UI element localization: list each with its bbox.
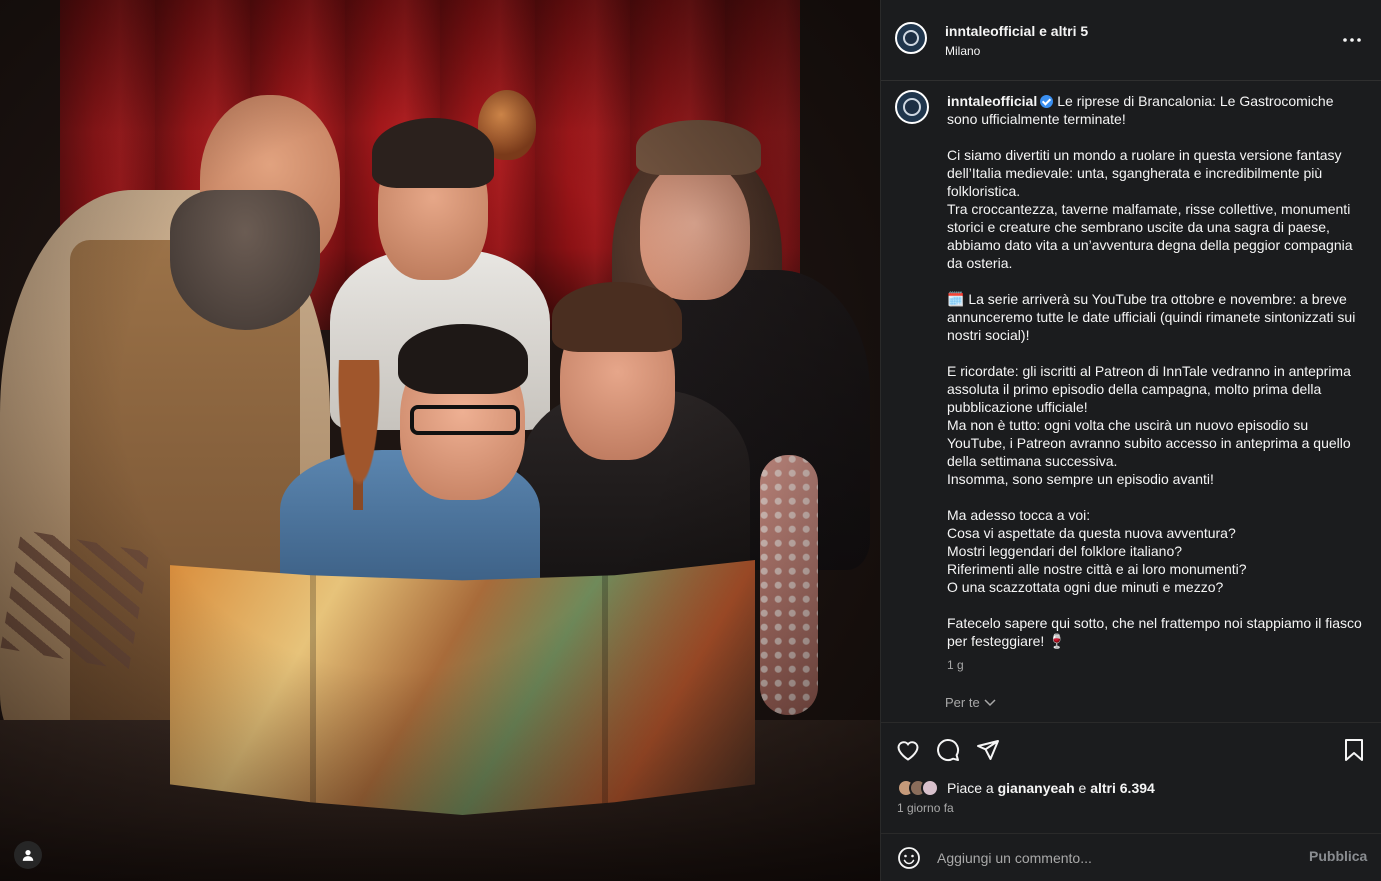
caption: inntaleofficial Le riprese di Brancalonia…: [947, 92, 1362, 650]
caption-section: inntaleofficial Le riprese di Brancalonia…: [881, 82, 1381, 722]
heart-icon[interactable]: [895, 737, 921, 763]
location-link[interactable]: Milano: [945, 44, 980, 58]
comment-bar: Pubblica: [881, 833, 1381, 881]
caption-time[interactable]: 1 g: [947, 658, 964, 672]
verified-badge-icon: [1040, 95, 1054, 108]
caption-username[interactable]: inntaleofficial: [947, 93, 1037, 109]
for-you-label: Per te: [945, 695, 980, 710]
user-tag-icon[interactable]: [14, 841, 42, 869]
more-icon[interactable]: [1337, 28, 1367, 52]
post-header: inntaleofficial e altri 5 Milano: [881, 0, 1381, 81]
bookmark-icon[interactable]: [1341, 737, 1367, 763]
post-date[interactable]: 1 giorno fa: [897, 801, 954, 815]
post-side-panel: inntaleofficial e altri 5 Milano inntale…: [880, 0, 1381, 881]
post-actions: Piace a giananyeah e altri 6.394 1 giorn…: [881, 722, 1381, 881]
for-you-link[interactable]: Per te: [945, 695, 996, 710]
caption-avatar[interactable]: [895, 90, 929, 124]
liker-avatar: [921, 779, 939, 797]
liker-username[interactable]: giananyeah: [998, 780, 1075, 796]
caption-text: Le riprese di Brancalonia: Le Gastrocomi…: [947, 93, 1362, 649]
post-image[interactable]: [0, 0, 880, 881]
header-coauthors[interactable]: e altri 5: [1039, 23, 1088, 39]
avatar[interactable]: [895, 22, 927, 54]
comment-icon[interactable]: [935, 737, 961, 763]
chevron-down-icon: [984, 698, 996, 706]
likes-others[interactable]: altri 6.394: [1090, 780, 1155, 796]
publish-button[interactable]: Pubblica: [1309, 848, 1367, 864]
header-username[interactable]: inntaleofficial: [945, 23, 1035, 39]
likes-text: Piace a giananyeah e altri 6.394: [947, 780, 1155, 796]
emoji-icon[interactable]: [897, 846, 921, 870]
share-icon[interactable]: [975, 737, 1001, 763]
header-usernames[interactable]: inntaleofficial e altri 5: [945, 23, 1088, 39]
comment-input[interactable]: [937, 847, 1277, 869]
likes-summary[interactable]: Piace a giananyeah e altri 6.394: [897, 777, 1155, 799]
